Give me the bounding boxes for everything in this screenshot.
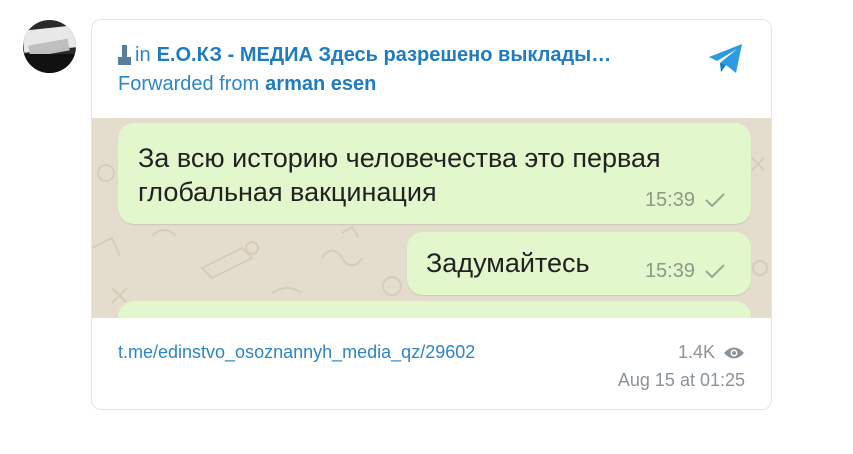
message-bubble-partial xyxy=(118,301,751,318)
views-count: 1.4K xyxy=(677,342,715,362)
eye-icon xyxy=(724,347,744,358)
avatar-image-part xyxy=(23,54,76,73)
message-time: 15:39 xyxy=(644,189,695,211)
telegram-icon[interactable] xyxy=(707,42,745,76)
check-icon xyxy=(705,193,725,207)
message-text: Задумайтесь xyxy=(426,248,590,278)
user-silhouette-icon xyxy=(118,45,131,65)
forwarded-label: Forwarded from xyxy=(118,73,260,95)
forwarded-author-link[interactable]: arman esen xyxy=(265,73,376,95)
check-icon xyxy=(705,264,725,278)
message-bubble: За всю историю человечества это первая г… xyxy=(118,123,751,224)
message-bubble: Задумайтесь 15:39 xyxy=(407,232,751,295)
channel-line: in Е.О.КЗ - МЕДИА Здесь разрешено выклад… xyxy=(118,42,611,68)
post-footer: t.me/edinstvo_osoznannyh_media_qz/29602 … xyxy=(118,338,745,398)
message-time: 15:39 xyxy=(644,260,695,282)
screenshot-image[interactable]: За всю историю человечества это первая г… xyxy=(92,118,771,318)
post-link[interactable]: t.me/edinstvo_osoznannyh_media_qz/29602 xyxy=(118,342,475,363)
channel-avatar[interactable] xyxy=(23,20,76,73)
post-date-link[interactable]: Aug 15 at 01:25 xyxy=(618,370,745,391)
channel-name-link[interactable]: Е.О.КЗ - МЕДИА Здесь разрешено выклады… xyxy=(157,44,612,67)
post-card: in Е.О.КЗ - МЕДИА Здесь разрешено выклад… xyxy=(91,19,772,410)
message-text: За всю историю человечества это первая г… xyxy=(138,143,661,207)
forwarded-line: Forwarded from arman esen xyxy=(118,73,376,96)
in-label: in xyxy=(135,43,151,66)
post-header: in Е.О.КЗ - МЕДИА Здесь разрешено выклад… xyxy=(118,42,745,96)
views-counter: 1.4K xyxy=(678,342,745,363)
